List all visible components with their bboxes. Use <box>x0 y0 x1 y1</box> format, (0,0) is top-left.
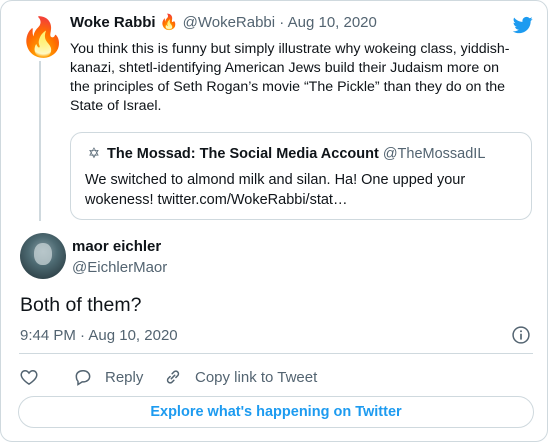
explore-twitter-button[interactable]: Explore what's happening on Twitter <box>18 396 534 428</box>
reply-button[interactable]: Reply <box>73 365 143 389</box>
main-author-name[interactable]: maor eichler <box>72 237 161 257</box>
thread-connector-line <box>39 61 41 221</box>
quoted-tweet-text: We switched to almond milk and silan. Ha… <box>85 172 466 208</box>
tweet-actions: Reply Copy link to Tweet <box>19 365 533 389</box>
tweet-date: Aug 10, 2020 <box>88 327 178 344</box>
embedded-tweet-card: 🔥 Woke Rabbi 🔥 @WokeRabbi · Aug 10, 2020… <box>0 0 548 442</box>
twitter-bird-icon[interactable] <box>512 15 534 35</box>
copy-link-label: Copy link to Tweet <box>195 368 318 386</box>
main-tweet-timestamp[interactable]: 9:44 PM · Aug 10, 2020 <box>20 326 178 346</box>
quoted-author-name: The Mossad: The Social Media Account <box>107 146 379 162</box>
info-icon[interactable] <box>511 325 531 345</box>
main-author-handle[interactable]: @EichlerMaor <box>72 258 167 278</box>
parent-tweet-date[interactable]: Aug 10, 2020 <box>288 14 377 31</box>
like-button[interactable] <box>19 365 39 389</box>
parent-author-name[interactable]: Woke Rabbi <box>70 14 156 31</box>
main-tweet-text: Both of them? <box>20 294 142 316</box>
quoted-tweet[interactable]: ✡ The Mossad: The Social Media Account @T… <box>70 132 532 220</box>
reply-bubble-icon <box>75 370 91 386</box>
main-author-avatar[interactable] <box>20 233 66 279</box>
quoted-author-handle: @TheMossadIL <box>382 146 486 162</box>
dot-separator: · <box>279 14 285 31</box>
tweet-time: 9:44 PM <box>20 327 76 344</box>
parent-author-handle[interactable]: @WokeRabbi <box>183 14 276 31</box>
quoted-tweet-header: ✡ The Mossad: The Social Media Account @T… <box>85 145 485 163</box>
reply-label: Reply <box>105 368 144 386</box>
parent-avatar[interactable]: 🔥 <box>19 17 66 59</box>
star-of-david-icon: ✡ <box>87 146 101 162</box>
parent-tweet-text: You think this is funny but simply illus… <box>70 41 510 114</box>
link-icon <box>166 370 180 384</box>
copy-link-button[interactable]: Copy link to Tweet <box>163 365 317 389</box>
heart-icon <box>20 369 38 385</box>
avatar-face <box>34 243 52 265</box>
fire-badge-icon: 🔥 <box>159 14 179 31</box>
dot-separator: · <box>80 327 86 344</box>
divider <box>19 353 533 354</box>
parent-tweet-header: Woke Rabbi 🔥 @WokeRabbi · Aug 10, 2020 <box>70 13 377 33</box>
